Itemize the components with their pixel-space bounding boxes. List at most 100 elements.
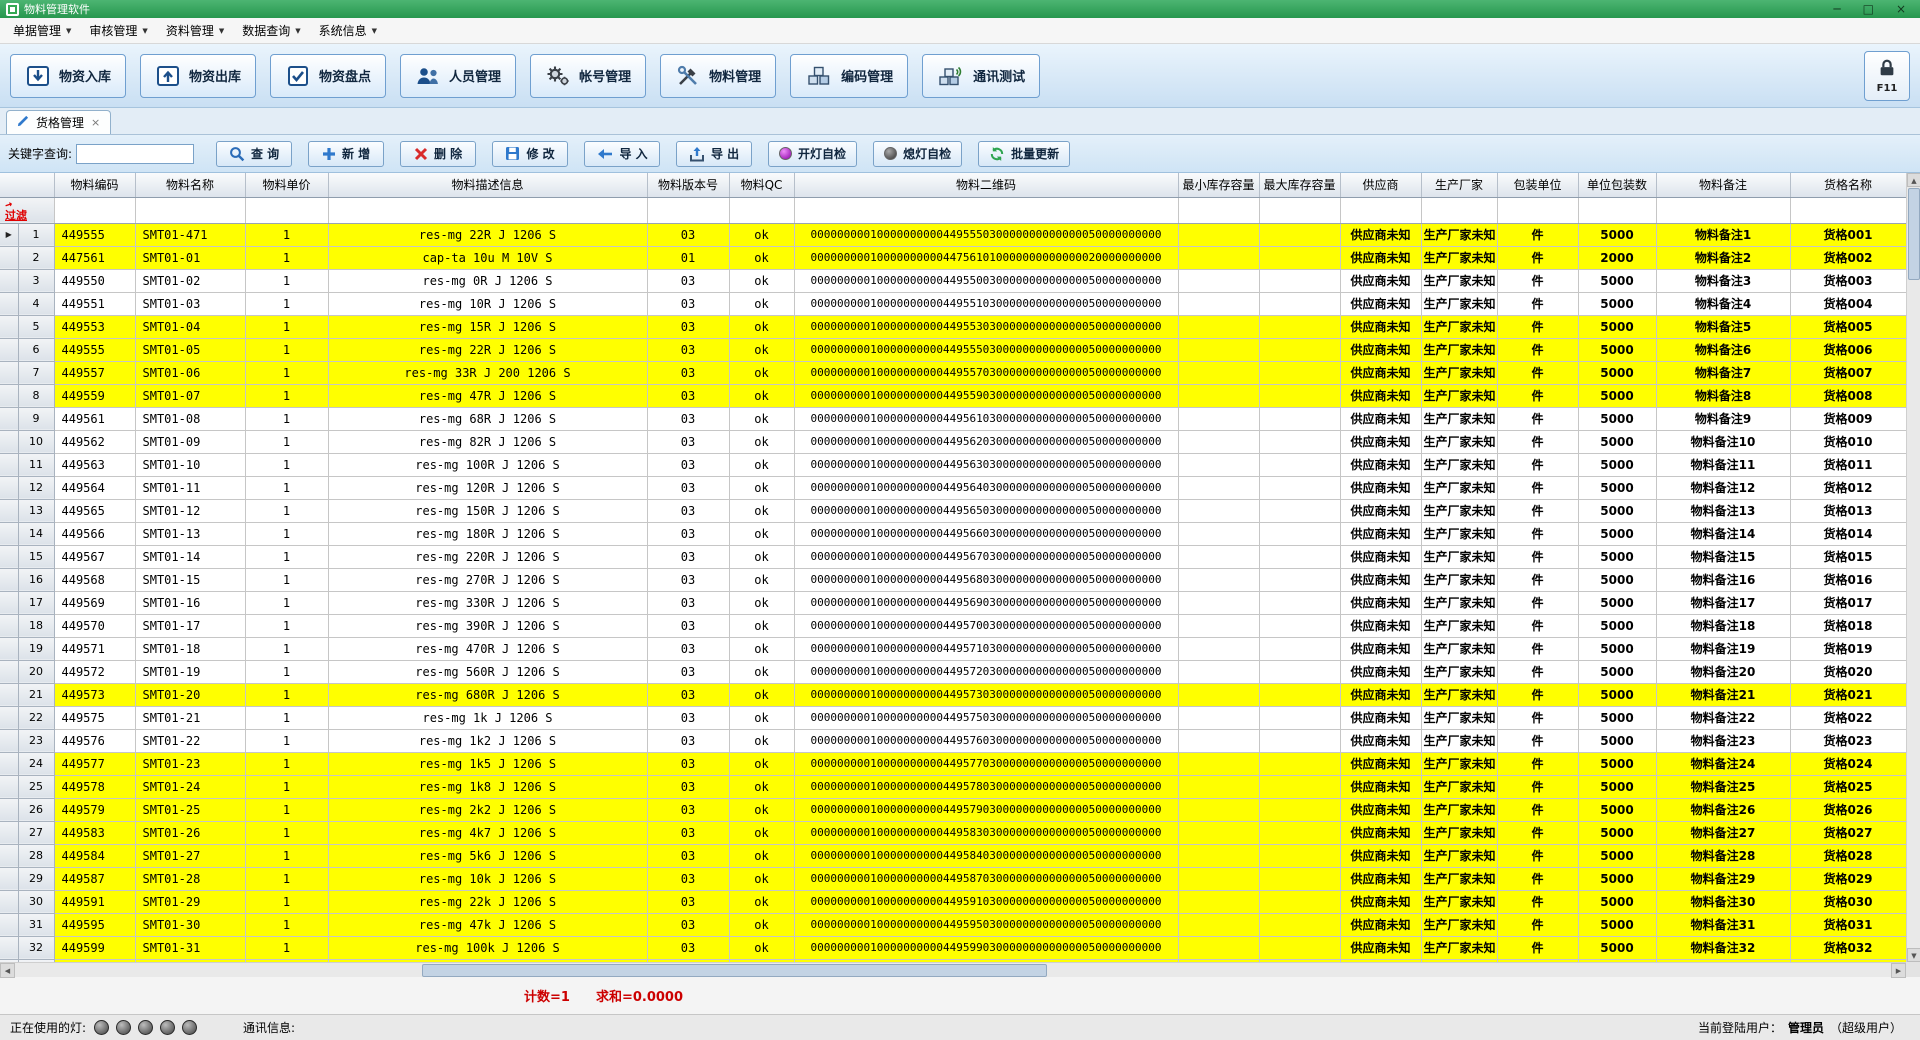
- cell[interactable]: 货格031: [1790, 913, 1906, 936]
- cell[interactable]: 0000000001000000000044957803000000000000…: [794, 775, 1178, 798]
- cell[interactable]: [1178, 775, 1259, 798]
- cell[interactable]: 供应商未知: [1340, 499, 1421, 522]
- material-in-button[interactable]: 物资入库: [10, 54, 126, 98]
- cell[interactable]: 件: [1497, 430, 1578, 453]
- cell[interactable]: 03: [647, 637, 729, 660]
- cell[interactable]: SMT01-15: [135, 568, 245, 591]
- cell[interactable]: 449595: [54, 913, 135, 936]
- cell[interactable]: 供应商未知: [1340, 407, 1421, 430]
- cell[interactable]: res-mg 47R J 1206 S: [328, 384, 647, 407]
- cell[interactable]: [1259, 660, 1340, 683]
- cell[interactable]: [1259, 223, 1340, 246]
- cell[interactable]: 货格025: [1790, 775, 1906, 798]
- cell[interactable]: 件: [1497, 522, 1578, 545]
- cell[interactable]: 5000: [1578, 269, 1656, 292]
- cell[interactable]: 1: [245, 798, 328, 821]
- cell[interactable]: 供应商未知: [1340, 867, 1421, 890]
- cell[interactable]: 生产厂家未知: [1421, 729, 1497, 752]
- cell[interactable]: [1178, 522, 1259, 545]
- cell[interactable]: SMT01-29: [135, 890, 245, 913]
- cell[interactable]: res-mg 2k2 J 1206 S: [328, 798, 647, 821]
- cell[interactable]: 03: [647, 821, 729, 844]
- cell[interactable]: 供应商未知: [1340, 384, 1421, 407]
- cell[interactable]: 生产厂家未知: [1421, 637, 1497, 660]
- cell[interactable]: 0000000001000000000044957503000000000000…: [794, 706, 1178, 729]
- cell[interactable]: [1259, 683, 1340, 706]
- cell[interactable]: 生产厂家未知: [1421, 338, 1497, 361]
- cell[interactable]: 物料备注12: [1656, 476, 1790, 499]
- cell[interactable]: 1: [245, 499, 328, 522]
- cell[interactable]: 供应商未知: [1340, 752, 1421, 775]
- cell[interactable]: 件: [1497, 844, 1578, 867]
- cell[interactable]: 供应商未知: [1340, 522, 1421, 545]
- cell[interactable]: 5000: [1578, 384, 1656, 407]
- cell[interactable]: 03: [647, 545, 729, 568]
- row-number[interactable]: 1: [18, 223, 54, 246]
- cell[interactable]: 件: [1497, 246, 1578, 269]
- cell[interactable]: 货格015: [1790, 545, 1906, 568]
- cell[interactable]: 449587: [54, 867, 135, 890]
- stocktake-button[interactable]: 物资盘点: [270, 54, 386, 98]
- cell[interactable]: 生产厂家未知: [1421, 223, 1497, 246]
- cell[interactable]: 0000000001000000000044959903000000000000…: [794, 936, 1178, 959]
- cell[interactable]: res-mg 470R J 1206 S: [328, 637, 647, 660]
- cell[interactable]: 03: [647, 936, 729, 959]
- cell[interactable]: 件: [1497, 591, 1578, 614]
- cell[interactable]: 03: [647, 706, 729, 729]
- cell[interactable]: [1259, 752, 1340, 775]
- cell[interactable]: 449562: [54, 430, 135, 453]
- batch-update-button[interactable]: 批量更新: [978, 141, 1070, 167]
- row-number[interactable]: 5: [18, 315, 54, 338]
- cell[interactable]: res-mg 68R J 1206 S: [328, 407, 647, 430]
- row-number[interactable]: 11: [18, 453, 54, 476]
- cell[interactable]: 生产厂家未知: [1421, 867, 1497, 890]
- column-header[interactable]: 物料描述信息: [328, 173, 647, 197]
- cell[interactable]: 03: [647, 890, 729, 913]
- cell[interactable]: ok: [729, 223, 794, 246]
- cell[interactable]: 物料备注18: [1656, 614, 1790, 637]
- cell[interactable]: 1: [245, 683, 328, 706]
- cell[interactable]: 生产厂家未知: [1421, 568, 1497, 591]
- cell[interactable]: ok: [729, 407, 794, 430]
- row-number[interactable]: 27: [18, 821, 54, 844]
- row-number[interactable]: 13: [18, 499, 54, 522]
- cell[interactable]: 0000000001000000000044958703000000000000…: [794, 867, 1178, 890]
- cell[interactable]: SMT01-05: [135, 338, 245, 361]
- cell[interactable]: [1178, 821, 1259, 844]
- cell[interactable]: 03: [647, 752, 729, 775]
- cell[interactable]: 物料备注32: [1656, 936, 1790, 959]
- cell[interactable]: [1178, 545, 1259, 568]
- cell[interactable]: 供应商未知: [1340, 545, 1421, 568]
- cell[interactable]: 449573: [54, 683, 135, 706]
- cell[interactable]: 01: [647, 246, 729, 269]
- cell[interactable]: 供应商未知: [1340, 936, 1421, 959]
- table-row[interactable]: 15449567SMT01-141res-mg 220R J 1206 S03o…: [0, 545, 1906, 568]
- cell[interactable]: 0000000001000000000044956803000000000000…: [794, 568, 1178, 591]
- cell[interactable]: ok: [729, 430, 794, 453]
- cell[interactable]: 5000: [1578, 637, 1656, 660]
- cell[interactable]: [1259, 292, 1340, 315]
- cell[interactable]: 件: [1497, 890, 1578, 913]
- column-header[interactable]: 包装单位: [1497, 173, 1578, 197]
- cell[interactable]: 物料备注4: [1656, 292, 1790, 315]
- cell[interactable]: SMT01-22: [135, 729, 245, 752]
- cell[interactable]: [1259, 522, 1340, 545]
- cell[interactable]: ok: [729, 821, 794, 844]
- cell[interactable]: [1259, 890, 1340, 913]
- cell[interactable]: 1: [245, 821, 328, 844]
- cell[interactable]: 0000000001000000000044956303000000000000…: [794, 453, 1178, 476]
- close-icon[interactable]: ×: [1896, 0, 1906, 18]
- row-number[interactable]: 31: [18, 913, 54, 936]
- cell[interactable]: ok: [729, 384, 794, 407]
- cell[interactable]: 物料备注29: [1656, 867, 1790, 890]
- cell[interactable]: 449557: [54, 361, 135, 384]
- cell[interactable]: 1: [245, 890, 328, 913]
- cell[interactable]: 物料备注3: [1656, 269, 1790, 292]
- cell[interactable]: 供应商未知: [1340, 315, 1421, 338]
- cell[interactable]: SMT01-19: [135, 660, 245, 683]
- cell[interactable]: 449591: [54, 890, 135, 913]
- cell[interactable]: 1: [245, 844, 328, 867]
- cell[interactable]: 货格024: [1790, 752, 1906, 775]
- cell[interactable]: 件: [1497, 476, 1578, 499]
- cell[interactable]: 447561: [54, 246, 135, 269]
